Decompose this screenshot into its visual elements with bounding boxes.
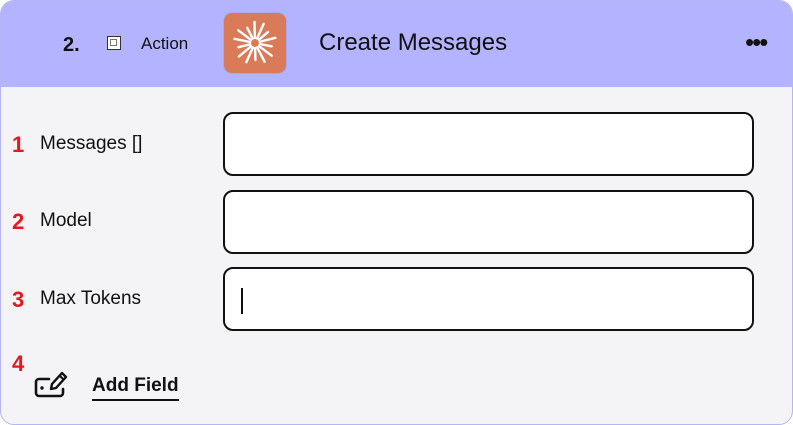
messages-input[interactable] [225, 114, 752, 174]
text-cursor [241, 288, 243, 314]
action-type-checkbox-icon[interactable] [107, 36, 121, 50]
messages-field[interactable] [223, 112, 754, 176]
step-marker-2: 2 [12, 209, 25, 234]
more-options-icon[interactable]: ••• [745, 22, 768, 62]
model-field[interactable] [223, 190, 754, 254]
step-number: 2. [63, 34, 80, 56]
model-input[interactable] [225, 192, 752, 252]
step-marker-3: 3 [12, 287, 25, 312]
card-title: Create Messages [319, 29, 508, 56]
field-label-max-tokens: Max Tokens [40, 288, 142, 309]
step-marker-1: 1 [12, 132, 25, 157]
step-marker-4: 4 [12, 351, 25, 376]
starburst-logo-icon [224, 13, 286, 73]
max-tokens-input[interactable] [225, 269, 752, 329]
card-header: 2. Action Create Messages ••• [1, 1, 792, 87]
add-field-button[interactable]: Add Field [92, 375, 179, 401]
edit-field-icon[interactable] [33, 369, 69, 401]
max-tokens-field[interactable] [223, 267, 754, 331]
field-label-model: Model [40, 210, 92, 231]
action-card: 2. Action Create Messages ••• 1 Messages… [0, 0, 793, 425]
step-type-label: Action [141, 34, 189, 53]
field-label-messages: Messages [] [40, 133, 143, 154]
